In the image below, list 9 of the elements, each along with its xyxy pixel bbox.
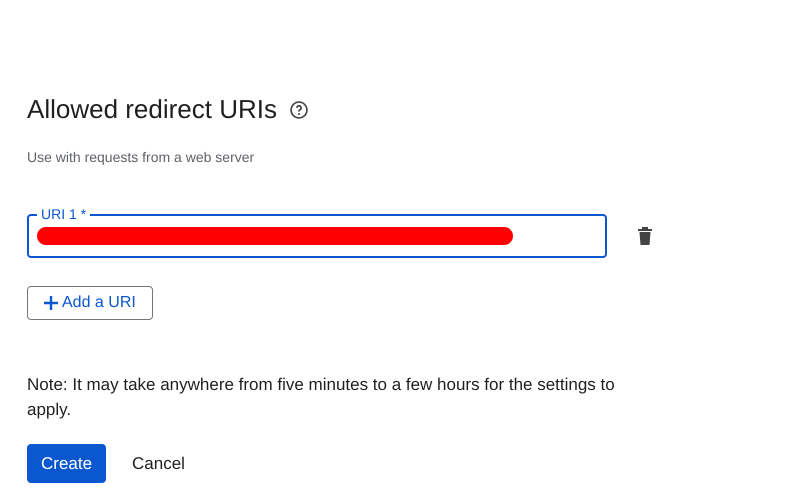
section-subtitle: Use with requests from a web server (27, 148, 256, 167)
field-label: URI 1 * (37, 206, 90, 222)
section-title: Allowed redirect URIs (27, 93, 277, 126)
help-icon[interactable] (288, 100, 309, 120)
trash-icon[interactable] (637, 227, 653, 245)
create-button[interactable]: Create (27, 444, 106, 483)
add-uri-button[interactable]: Add a URI (27, 286, 153, 320)
note-text: Note: It may take anywhere from five minutes to a few hours for the settings to apply. (27, 374, 616, 421)
plus-icon (44, 296, 58, 310)
